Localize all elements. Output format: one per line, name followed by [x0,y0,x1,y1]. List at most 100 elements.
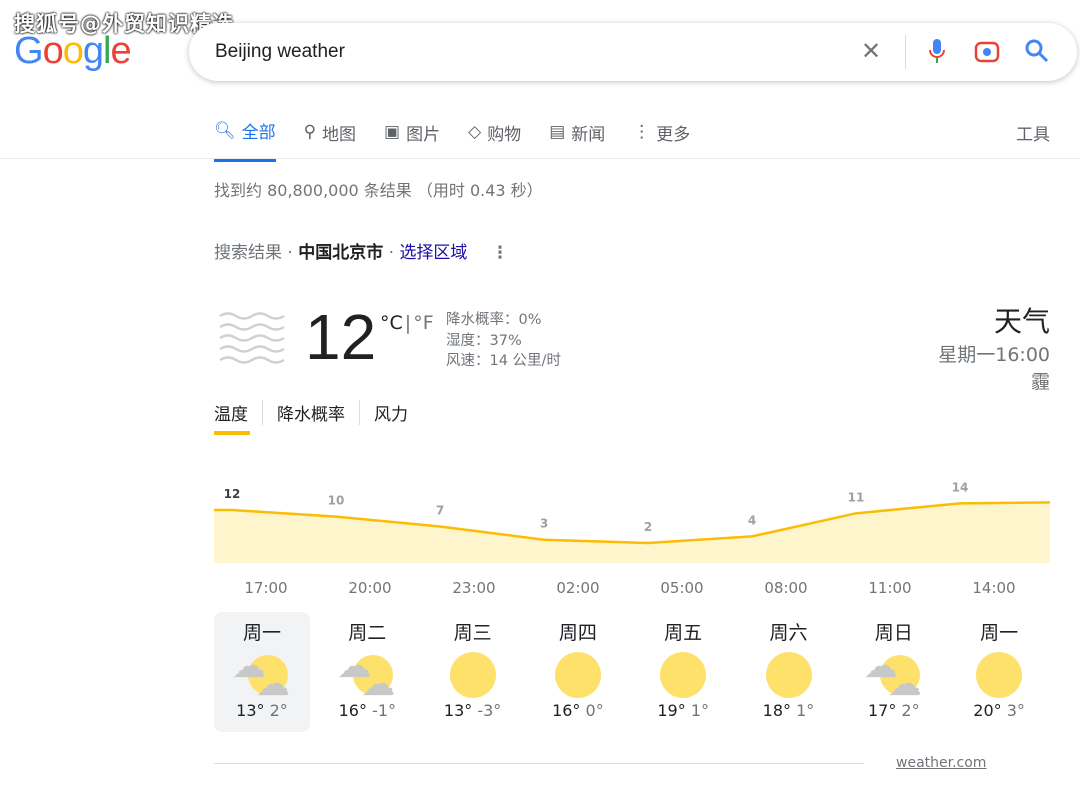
day-forecast[interactable]: 周五 19° 1° [635,612,731,732]
data-label: 4 [748,513,756,527]
haze-icon [218,310,288,372]
tools-button[interactable]: 工具 [1016,120,1050,145]
weather-title: 天气 [993,305,1050,338]
search-icon[interactable] [1023,37,1051,71]
camera-icon[interactable] [973,37,1001,71]
day-name: 周日 [874,622,913,644]
more-vert-icon: ⋮ [633,122,651,142]
active-tab-indicator [214,431,250,435]
tab-maps[interactable]: ⚲ 地图 [304,118,356,162]
mic-icon[interactable] [927,37,947,71]
data-label: 7 [436,504,444,518]
low-temp: 1° [796,701,815,720]
low-temp: 3° [1006,701,1025,720]
high-temp: 20° [973,701,1002,720]
data-label: 14 [952,480,969,494]
x-tick-label: 05:00 [660,579,704,597]
change-region-link[interactable]: 选择区域 [399,243,467,263]
day-forecast[interactable]: 周四 16° 0° [530,612,626,732]
source-link[interactable]: weather.com [896,755,986,771]
x-tick-label: 14:00 [972,579,1016,597]
image-icon: ▣ [384,122,401,142]
x-tick-label: 11:00 [868,579,912,597]
tab-more[interactable]: ⋮ 更多 [633,118,690,162]
high-temp: 19° [657,701,686,720]
more-vert-icon[interactable]: ⋮ [491,243,508,263]
sunny-icon [741,645,837,701]
high-temp: 16° [552,701,581,720]
x-tick-label: 08:00 [764,579,808,597]
location-name: 中国北京市 [298,243,384,263]
weather-header: 天气 星期一16:00 霾 [938,300,1050,394]
day-temps: 18° 1° [741,701,837,720]
day-temps: 16° 0° [530,701,626,720]
day-temps: 19° 1° [635,701,731,720]
temperature-chart: 12 10 7 3 2 4 11 14 [214,480,1050,563]
weather-details: 降水概率：0% 湿度：37% 风速：14 公里/时 [446,310,561,372]
tab-news[interactable]: ▤ 新闻 [549,118,605,162]
data-label: 11 [848,490,865,504]
sunny-icon [530,645,626,701]
partly-cloudy-icon: ☁ ☁ [337,646,396,704]
day-name: 周三 [453,622,492,644]
fahrenheit-button[interactable]: °F [413,312,433,334]
current-temperature: 12 [305,301,377,373]
precip: 降水概率：0% [446,312,542,328]
day-name: 周四 [558,622,597,644]
partly-cloudy-icon: ☁ ☁ [863,646,922,704]
unit-toggle: °C | °F [380,312,434,334]
day-name: 周六 [769,622,808,644]
day-forecast[interactable]: 周二 ☁ ☁ 16° -1° [319,612,415,732]
divider [0,158,1080,159]
celsius-button[interactable]: °C [380,312,403,334]
google-logo[interactable]: Google [14,30,132,73]
map-pin-icon: ⚲ [303,122,317,142]
tab-temperature[interactable]: 温度 [214,400,262,425]
high-temp: 18° [762,701,792,720]
weather-condition: 霾 [1030,371,1050,393]
day-name: 周一 [242,622,281,644]
sunny-icon [951,645,1047,701]
tab-wind[interactable]: 风力 [359,400,422,425]
news-icon: ▤ [549,122,566,142]
close-icon[interactable]: ✕ [861,37,881,65]
search-icon: 🔍︎ [214,120,236,141]
x-tick-label: 17:00 [244,579,288,597]
x-tick-label: 02:00 [556,579,600,597]
search-tabs: 🔍︎ 全部 ⚲ 地图 ▣ 图片 ◇ 购物 ▤ 新闻 ⋮ 更多 [214,118,718,162]
data-label: 12 [224,487,241,501]
chart-tabs: 温度 降水概率 风力 [214,400,422,425]
low-temp: 0° [585,701,604,720]
data-label: 2 [644,520,652,534]
low-temp: -3° [477,701,502,720]
day-forecast[interactable]: 周三 13° -3° [425,612,521,732]
partly-cloudy-icon: ☁ ☁ [232,646,290,704]
day-forecast[interactable]: 周日 ☁ ☁ 17° 2° [846,612,942,732]
search-input[interactable]: Beijing weather [215,41,345,63]
tab-all[interactable]: 🔍︎ 全部 [214,118,276,162]
day-name: 周一 [980,622,1019,644]
day-temps: 20° 3° [951,701,1047,720]
tab-images[interactable]: ▣ 图片 [384,118,440,162]
day-temps: 13° -3° [425,701,521,720]
divider [905,35,906,69]
humidity: 湿度：37% [446,332,522,349]
tab-precipitation[interactable]: 降水概率 [262,400,359,425]
day-name: 周五 [664,622,703,644]
data-label: 3 [540,517,548,531]
sunny-icon [635,645,731,701]
tab-shopping[interactable]: ◇ 购物 [468,118,521,162]
wind: 风速：14 公里/时 [446,353,561,369]
tag-icon: ◇ [468,122,482,142]
weather-datetime: 星期一16:00 [938,344,1050,366]
temperature-area [214,502,1050,563]
day-forecast[interactable]: 周一 ☁ ☁ 13° 2° [214,612,310,732]
low-temp: 1° [690,701,709,720]
search-box[interactable]: Beijing weather ✕ [189,23,1077,81]
day-forecast[interactable]: 周一 20° 3° [951,612,1047,732]
x-tick-label: 23:00 [452,579,496,597]
day-forecast[interactable]: 周六 18° 1° [741,612,837,732]
result-stats: 找到约 80,800,000 条结果 （用时 0.43 秒） [214,181,543,200]
sunny-icon [425,645,521,701]
data-label: 10 [328,494,345,508]
